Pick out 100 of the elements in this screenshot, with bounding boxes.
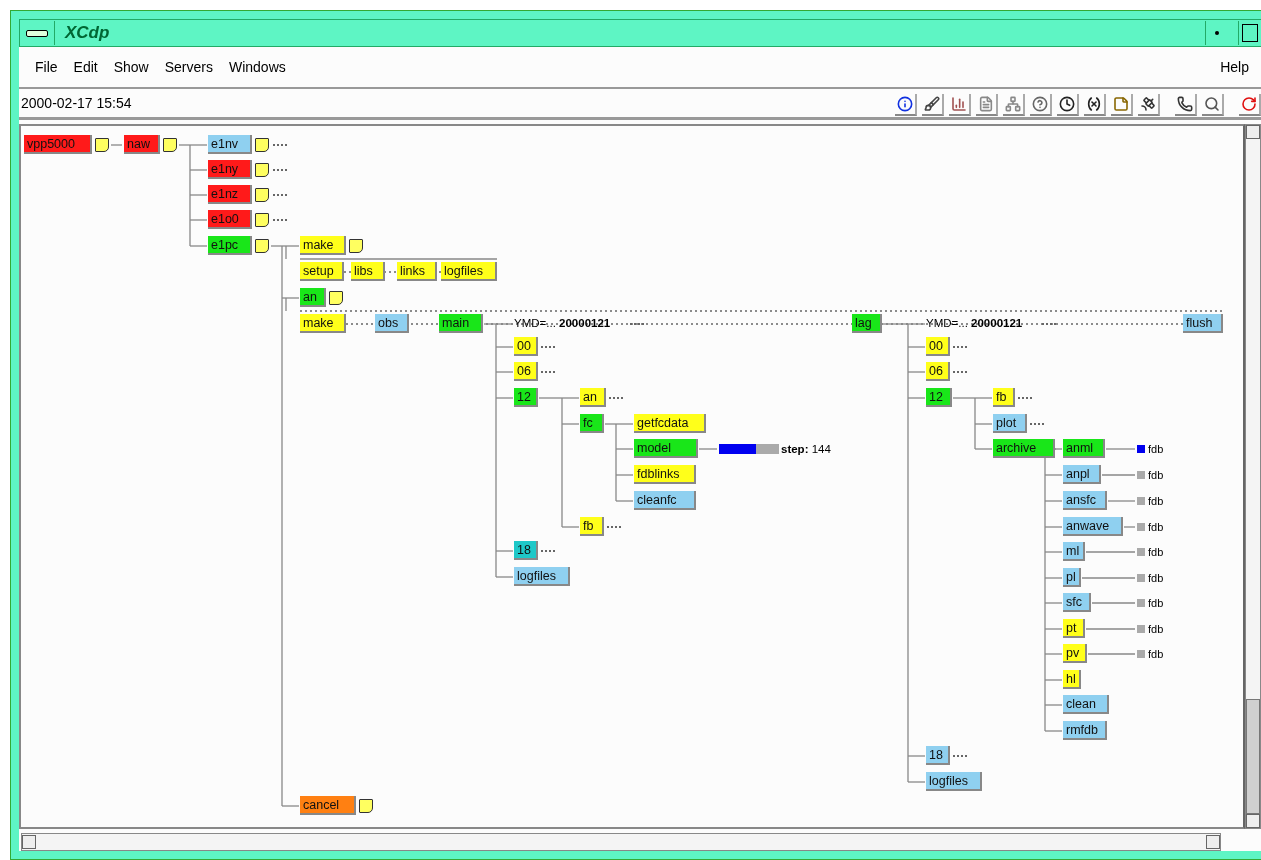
event-label: fdb bbox=[1148, 494, 1164, 508]
tree-node[interactable]: fb bbox=[580, 517, 604, 536]
tree-node[interactable]: lag bbox=[852, 314, 882, 333]
horizontal-scrollbar[interactable] bbox=[21, 833, 1221, 851]
tree-node[interactable]: 06 bbox=[926, 362, 950, 381]
tree-node[interactable]: 12 bbox=[926, 388, 952, 407]
note-icon[interactable] bbox=[329, 291, 343, 305]
tree-node[interactable]: vpp5000 bbox=[24, 135, 92, 154]
connector-line bbox=[1123, 526, 1136, 528]
tree-node[interactable]: an bbox=[580, 388, 606, 407]
tree-node[interactable]: main bbox=[439, 314, 483, 333]
bar-chart-icon[interactable] bbox=[949, 94, 971, 116]
network-icon[interactable] bbox=[1003, 94, 1025, 116]
tree-node[interactable]: make bbox=[300, 236, 346, 255]
brush-icon[interactable] bbox=[922, 94, 944, 116]
event-label: fdb bbox=[1148, 442, 1164, 456]
tree-node[interactable]: fdblinks bbox=[634, 465, 696, 484]
tree-node[interactable]: 18 bbox=[514, 541, 538, 560]
info-icon[interactable] bbox=[895, 94, 917, 116]
connector-line bbox=[110, 144, 123, 146]
tree-node[interactable]: 18 bbox=[926, 746, 950, 765]
menu-item[interactable]: Windows bbox=[220, 57, 294, 77]
tree-node[interactable]: fc bbox=[580, 414, 604, 433]
tree-node[interactable]: e1nv bbox=[208, 135, 252, 154]
phone-icon[interactable] bbox=[1175, 94, 1197, 116]
note-icon[interactable] bbox=[349, 239, 363, 253]
search-icon[interactable] bbox=[1202, 94, 1224, 116]
tree-node[interactable]: 12 bbox=[514, 388, 538, 407]
note-icon[interactable] bbox=[359, 799, 373, 813]
repeat-label: YMD=... 20000121 bbox=[514, 316, 611, 330]
tree-node[interactable]: archive bbox=[993, 439, 1055, 458]
tree-node[interactable]: e1pc bbox=[208, 236, 252, 255]
tree-node[interactable]: anpl bbox=[1063, 465, 1101, 484]
tree-node[interactable]: 00 bbox=[926, 337, 950, 356]
tree-node[interactable]: naw bbox=[124, 135, 160, 154]
maximize-icon[interactable] bbox=[1238, 21, 1261, 45]
tree-node[interactable]: sfc bbox=[1063, 593, 1091, 612]
tree-node[interactable]: pv bbox=[1063, 644, 1087, 663]
tree-node[interactable]: links bbox=[397, 262, 437, 281]
connector-line bbox=[1087, 653, 1136, 655]
tree-node[interactable]: clean bbox=[1063, 695, 1109, 714]
tree-node[interactable]: rmfdb bbox=[1063, 721, 1107, 740]
repeat-label: YMD=... 20000121 bbox=[926, 316, 1023, 330]
tree-node[interactable]: an bbox=[300, 288, 326, 307]
tree-node[interactable]: pt bbox=[1063, 619, 1085, 638]
connector-line bbox=[1101, 474, 1136, 476]
tree-node[interactable]: cancel bbox=[300, 796, 356, 815]
tree-node[interactable]: ml bbox=[1063, 542, 1085, 561]
note-icon[interactable] bbox=[255, 188, 269, 202]
tree-node[interactable]: ansfc bbox=[1063, 491, 1107, 510]
menu-item[interactable]: Help bbox=[1212, 57, 1257, 77]
tree-node[interactable]: 00 bbox=[514, 337, 538, 356]
tree-node[interactable]: pl bbox=[1063, 568, 1081, 587]
event-label: fdb bbox=[1148, 520, 1164, 534]
tree-node[interactable]: e1o0 bbox=[208, 210, 252, 229]
tree-node[interactable]: hl bbox=[1063, 670, 1081, 689]
tree-node[interactable]: obs bbox=[375, 314, 409, 333]
tree-node[interactable]: getfcdata bbox=[634, 414, 706, 433]
tree-node[interactable]: flush bbox=[1183, 314, 1223, 333]
refresh-icon[interactable] bbox=[1239, 94, 1261, 116]
tree-node[interactable]: e1ny bbox=[208, 160, 252, 179]
tree-node[interactable]: 06 bbox=[514, 362, 538, 381]
note-icon[interactable] bbox=[255, 138, 269, 152]
tree-node[interactable]: logfiles bbox=[514, 567, 570, 586]
help-icon[interactable] bbox=[1030, 94, 1052, 116]
event-label: fdb bbox=[1148, 468, 1164, 482]
tree-node[interactable]: anwave bbox=[1063, 517, 1123, 536]
tree-node[interactable]: e1nz bbox=[208, 185, 252, 204]
note-icon[interactable] bbox=[255, 213, 269, 227]
connector-line bbox=[1107, 500, 1136, 502]
connector-line bbox=[1085, 551, 1136, 553]
satellite-icon[interactable] bbox=[1138, 94, 1160, 116]
menu-item[interactable]: File bbox=[27, 57, 66, 77]
variable-icon[interactable] bbox=[1084, 94, 1106, 116]
note-icon[interactable] bbox=[255, 163, 269, 177]
connector-line bbox=[1091, 602, 1136, 604]
connector-line bbox=[698, 448, 718, 450]
tree-node[interactable]: plot bbox=[993, 414, 1027, 433]
tree-node[interactable]: make bbox=[300, 314, 346, 333]
vertical-scrollbar[interactable] bbox=[1245, 124, 1261, 829]
tree-node[interactable]: cleanfc bbox=[634, 491, 696, 510]
meter-label: step: 144 bbox=[781, 442, 831, 456]
tree-node[interactable]: model bbox=[634, 439, 698, 458]
menu-item[interactable]: Servers bbox=[156, 57, 221, 77]
note-icon[interactable] bbox=[255, 239, 269, 253]
connector-line bbox=[1105, 448, 1136, 450]
status-time: 2000-02-17 15:54 bbox=[21, 95, 132, 111]
tree-node[interactable]: anml bbox=[1063, 439, 1105, 458]
note-icon[interactable] bbox=[163, 138, 177, 152]
menu-item[interactable]: Show bbox=[105, 57, 157, 77]
tree-node[interactable]: logfiles bbox=[926, 772, 982, 791]
menu-item[interactable]: Edit bbox=[65, 57, 106, 77]
tree-node[interactable]: libs bbox=[351, 262, 385, 281]
note-icon[interactable] bbox=[95, 138, 109, 152]
tree-node[interactable]: fb bbox=[993, 388, 1015, 407]
tree-node[interactable]: setup bbox=[300, 262, 344, 281]
document-icon[interactable] bbox=[976, 94, 998, 116]
clock-icon[interactable] bbox=[1057, 94, 1079, 116]
window-title: XCdp bbox=[65, 23, 110, 43]
tree-node[interactable]: logfiles bbox=[441, 262, 497, 281]
